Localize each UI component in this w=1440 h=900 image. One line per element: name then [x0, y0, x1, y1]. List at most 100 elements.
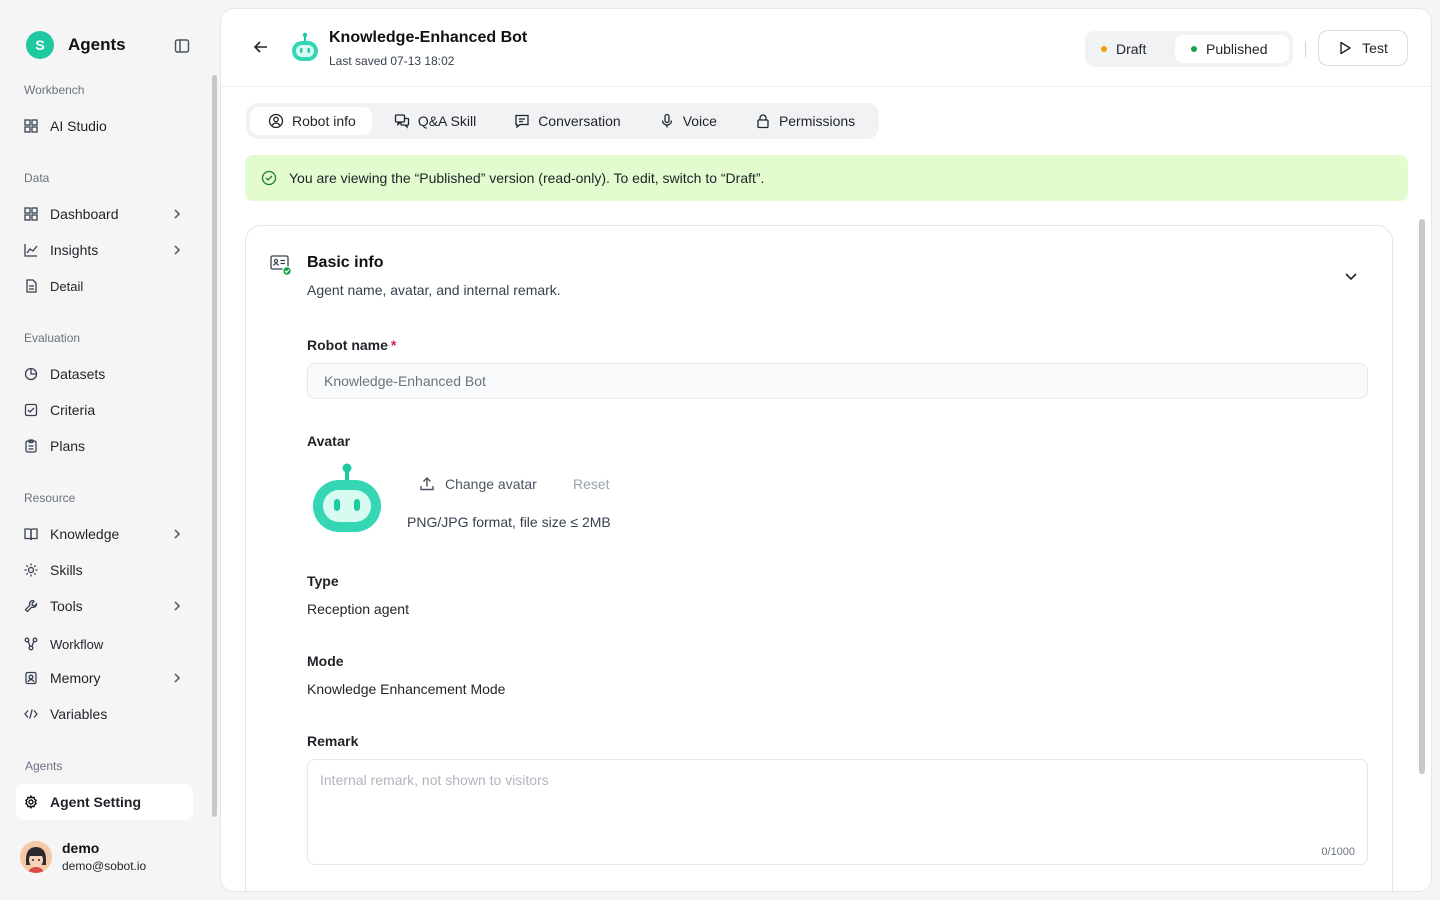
back-arrow-icon[interactable] [253, 39, 269, 55]
sidebar-item-insights[interactable]: Insights [16, 232, 193, 268]
test-button[interactable]: Test [1318, 30, 1408, 66]
robot-name-label: Robot name * [307, 337, 396, 353]
pie-chart-icon [24, 367, 38, 381]
user-email: demo@sobot.io [62, 859, 147, 873]
gear-icon [24, 795, 38, 809]
user-name: demo [62, 840, 100, 856]
section-agents: Agents [25, 759, 63, 773]
play-icon [1340, 41, 1351, 55]
sidebar-item-workflow[interactable]: Workflow [16, 626, 193, 662]
dashboard-icon [24, 207, 38, 221]
published-label: Published [1206, 41, 1268, 57]
type-label: Type [307, 573, 339, 589]
sidebar-item-label: Criteria [50, 402, 96, 418]
user-avatar-icon [20, 840, 52, 873]
lock-icon [757, 114, 769, 129]
sidebar-item-tools[interactable]: Tools [16, 588, 193, 624]
tab-bar: Robot info Q&A Skill Conversation Voice … [246, 103, 880, 139]
sidebar-item-label: Detail [50, 278, 84, 294]
sidebar-item-detail[interactable]: Detail [16, 268, 193, 304]
robot-avatar-icon [313, 463, 381, 532]
content-scrollbar[interactable] [1419, 219, 1425, 774]
sidebar-item-label: Dashboard [50, 206, 119, 222]
main-panel: Knowledge-Enhanced Bot Last saved 07-13 … [220, 8, 1432, 892]
chat-bubbles-icon [394, 114, 409, 129]
draft-toggle[interactable]: Draft [1101, 35, 1146, 63]
user-circle-icon [268, 113, 284, 129]
remark-textarea[interactable]: Internal remark, not shown to visitors 0… [307, 759, 1368, 865]
chevron-right-icon [174, 209, 181, 219]
sidebar-collapse-icon[interactable] [173, 37, 191, 55]
tab-robot-info[interactable]: Robot info [250, 107, 372, 135]
draft-label: Draft [1116, 41, 1147, 57]
sidebar-item-label: Plans [50, 438, 86, 454]
section-evaluation: Evaluation [24, 331, 81, 345]
wrench-icon [24, 599, 38, 613]
line-chart-icon [24, 244, 38, 257]
user-profile[interactable]: demo demo@sobot.io [20, 840, 146, 873]
clipboard-icon [25, 439, 37, 453]
sun-icon [24, 563, 38, 577]
sidebar-item-label: Variables [50, 706, 108, 722]
required-mark: * [390, 337, 397, 353]
sidebar-item-datasets[interactable]: Datasets [16, 356, 193, 392]
sidebar: S Agents Workbench AI Studio Data Dashbo… [0, 0, 220, 900]
read-only-banner: You are viewing the “Published” version … [245, 155, 1408, 201]
remark-counter: 0/1000 [1321, 846, 1355, 858]
avatar [20, 840, 52, 873]
reset-avatar-button[interactable]: Reset [573, 468, 610, 500]
tab-conversation[interactable]: Conversation [496, 107, 637, 135]
chevron-right-icon [174, 529, 181, 539]
avatar-hint: PNG/JPG format, file size ≤ 2MB [407, 514, 611, 530]
type-value: Reception agent [307, 601, 409, 617]
sidebar-item-label: Tools [50, 598, 83, 614]
sidebar-item-agent-setting[interactable]: Agent Setting [16, 784, 193, 820]
chevron-right-icon [174, 245, 181, 255]
sidebar-item-ai-studio[interactable]: AI Studio [16, 108, 193, 144]
tab-permissions[interactable]: Permissions [737, 107, 871, 135]
tab-label: Permissions [778, 113, 856, 129]
sidebar-item-memory[interactable]: Memory [16, 660, 193, 696]
section-resource: Resource [24, 491, 76, 505]
chevron-right-icon [174, 673, 181, 683]
sidebar-item-skills[interactable]: Skills [16, 552, 193, 588]
header-divider [1305, 41, 1306, 57]
mode-label: Mode [307, 653, 344, 669]
grid-icon [24, 119, 38, 133]
sidebar-item-label: AI Studio [50, 118, 107, 134]
document-icon [26, 279, 37, 293]
robot-name-input[interactable]: Knowledge-Enhanced Bot [307, 363, 1368, 399]
published-status-dot [1191, 46, 1197, 52]
sidebar-item-label: Agent Setting [50, 794, 141, 810]
sidebar-item-dashboard[interactable]: Dashboard [16, 196, 193, 232]
change-avatar-button[interactable]: Change avatar [407, 468, 549, 500]
test-button-label: Test [1362, 40, 1388, 56]
page-title: Knowledge-Enhanced Bot [329, 29, 528, 46]
chevron-down-icon[interactable] [1343, 268, 1359, 284]
sidebar-item-knowledge[interactable]: Knowledge [16, 516, 193, 552]
basic-info-card: Basic info Agent name, avatar, and inter… [245, 225, 1393, 891]
version-switch: Draft Published [1085, 31, 1293, 67]
check-circle-icon [261, 170, 277, 186]
remark-label: Remark [307, 733, 359, 749]
sidebar-scrollbar[interactable] [212, 75, 217, 817]
workflow-icon [24, 637, 38, 651]
tab-voice[interactable]: Voice [641, 107, 733, 135]
upload-icon [420, 477, 434, 491]
published-toggle[interactable]: Published [1175, 35, 1289, 63]
tab-qa-skill[interactable]: Q&A Skill [376, 107, 492, 135]
tab-label: Voice [682, 113, 717, 129]
microphone-icon [661, 113, 672, 128]
robot-name-label-text: Robot name [307, 337, 388, 353]
sidebar-item-label: Datasets [50, 366, 106, 382]
sidebar-item-variables[interactable]: Variables [16, 696, 193, 732]
page-header: Knowledge-Enhanced Bot Last saved 07-13 … [221, 9, 1431, 87]
sidebar-item-criteria[interactable]: Criteria [16, 392, 193, 428]
app-title: Agents [68, 35, 126, 54]
sidebar-item-label: Insights [50, 242, 99, 258]
checkbox-icon [24, 403, 38, 417]
sidebar-item-plans[interactable]: Plans [16, 428, 193, 464]
draft-status-dot [1101, 46, 1107, 52]
sidebar-item-label: Skills [50, 562, 83, 578]
book-icon [24, 528, 38, 541]
